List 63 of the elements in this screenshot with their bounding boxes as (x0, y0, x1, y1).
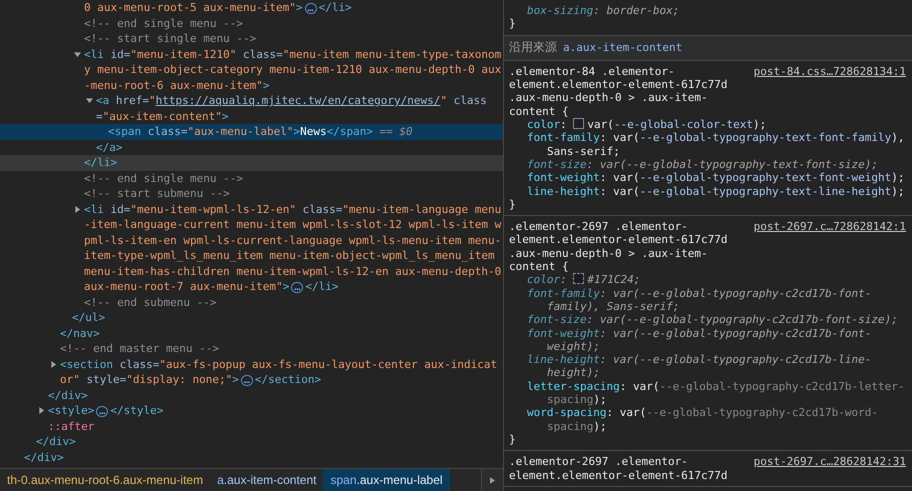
css-declaration[interactable]: line-height: var(--e-global-typography-text-line-height); (509, 184, 906, 198)
css-selector: .elementor-2697 .elementor-element.elementor-element-617c77d (509, 455, 729, 482)
code-line: <!-- end single menu --> (84, 16, 243, 30)
code-line: <!-- start single menu --> (84, 32, 256, 45)
code-line: </div> (36, 435, 76, 448)
css-declaration[interactable]: font-weight: var(--e-global-typography-c2cd17b-font-weight); (509, 326, 906, 354)
breadcrumb-item[interactable]: th-0.aux-menu-root-6.aux-menu-item (0, 469, 210, 491)
source-link[interactable]: post-2697.c…28628142:31 (754, 455, 906, 468)
expanded-triangle-icon[interactable] (74, 50, 81, 58)
css-declaration[interactable]: box-sizing: border-box; (509, 4, 906, 18)
closing-brace: } (509, 17, 517, 31)
code-line: <li id="menu-item-wpml-ls-12-en" class="menu-item-language menu-item-language-current menu-item wpml-ls-slot-12 wpml-ls-item wpml-ls-item-en wpml-ls-current-language wpml-ls-menu-item menu-item-type-wpml_ls_menu_item menu-item-object-wpml_ls_menu_item menu-item-has-children menu-item-wpml-ls-12-en aux-menu-depth-0 aux-menu-root-7 aux-menu-item"> … </li> (84, 202, 502, 293)
code-line: <!-- end single menu --> (84, 172, 243, 184)
collapsed-triangle-icon[interactable] (74, 206, 81, 212)
code-line: <!-- end submenu --> (84, 296, 216, 308)
caret-icon (490, 476, 495, 484)
closing-brace: } (509, 432, 517, 446)
code-line: </ul> (72, 311, 106, 324)
source-link[interactable]: post-84.css…728628134:1 (754, 64, 906, 78)
code-line: <section class="aux-fs-popup aux-fs-menu-layout-center aux-indicator" style="display: none;"> … </section> (60, 358, 498, 386)
ellipsis-button[interactable]: … (304, 3, 317, 14)
code-line: <!-- start submenu --> (84, 187, 230, 200)
css-declaration[interactable]: font-weight: var(--e-global-typography-text-font-weight); (509, 171, 906, 185)
link[interactable]: https://aqualiq.mjitec.tw/en/category/news/ (156, 94, 440, 107)
breadcrumb-item[interactable]: a.aux-item-content (210, 469, 324, 491)
selected-row[interactable]: <span class="aux-menu-label">News</span> == $0 (0, 124, 503, 140)
code-line: </div> (24, 450, 64, 464)
code-line: <span class="aux-menu-label">News</span> == $0 (108, 125, 413, 138)
css-declaration[interactable]: font-size: var(--e-global-typography-text-font-size); (509, 158, 906, 172)
code-line: </div> (48, 388, 88, 402)
css-selector: .elementor-2697 .elementor-element.elementor-element-617c77d .aux-menu-depth-0 > .aux-item-content { (509, 220, 729, 274)
css-declaration[interactable]: line-height: var(--e-global-typography-c2cd17b-line-height); (509, 353, 906, 380)
code-line: ::after (48, 420, 94, 432)
css-declaration[interactable]: color: #171C24; (509, 273, 906, 287)
collapsed-triangle-icon[interactable] (38, 407, 45, 414)
color-swatch[interactable] (573, 273, 584, 284)
css-declaration[interactable]: font-family: var(--e-global-typography-text-font-family), Sans-serif; (509, 131, 906, 158)
breadcrumb-scroll-button[interactable] (481, 469, 503, 491)
breadcrumb-item[interactable]: span.aux-menu-label (323, 469, 450, 491)
code-line: <a href="https://aqualiq.mjitec.tw/en/category/news/" class="aux-item-content"> (96, 94, 487, 122)
css-declaration[interactable]: color: var(--e-global-color-text); (509, 118, 906, 132)
css-declaration[interactable]: font-size: var(--e-global-typography-c2cd17b-font-size); (509, 313, 906, 327)
code-line: 0 aux-menu-root-5 aux-menu-item"> … </li> (84, 1, 352, 14)
ellipsis-button[interactable]: … (240, 375, 253, 386)
source-link[interactable]: post-2697.c…728628142:1 (754, 220, 906, 234)
code-line: <style> … </style> (48, 404, 164, 417)
hovered-row[interactable]: </li> (0, 155, 503, 170)
ellipsis-button[interactable]: … (291, 282, 304, 293)
collapsed-triangle-icon[interactable] (50, 360, 57, 368)
closing-brace: } (509, 198, 517, 212)
inherited-from-label: 沿用來源 (509, 40, 557, 54)
css-declaration[interactable]: letter-spacing: var(--e-global-typography-c2cd17b-letter-spacing); (509, 380, 906, 406)
css-declaration[interactable]: word-spacing: var(--e-global-typography-c2cd17b-word-spacing); (509, 406, 906, 433)
code-line: <li id="menu-item-1210" class="menu-item menu-item-type-taxonomy menu-item-object-category menu-item-1210 aux-menu-depth-0 aux-menu-root-6 aux-menu-item"> (84, 48, 502, 92)
code-line: <!-- end master menu --> (60, 342, 219, 355)
css-declaration[interactable]: font-family: var(--e-global-typography-c2cd17b-font-family), Sans-serif; (509, 286, 906, 314)
code-line: </nav> (60, 326, 100, 340)
color-swatch[interactable] (573, 118, 584, 130)
ellipsis-button[interactable]: … (96, 406, 108, 417)
expanded-triangle-icon[interactable] (86, 97, 93, 104)
code-line: </li> (84, 156, 118, 169)
code-line: </a> (96, 140, 122, 154)
inherited-selector-link[interactable]: a.aux-item-content (563, 40, 682, 54)
